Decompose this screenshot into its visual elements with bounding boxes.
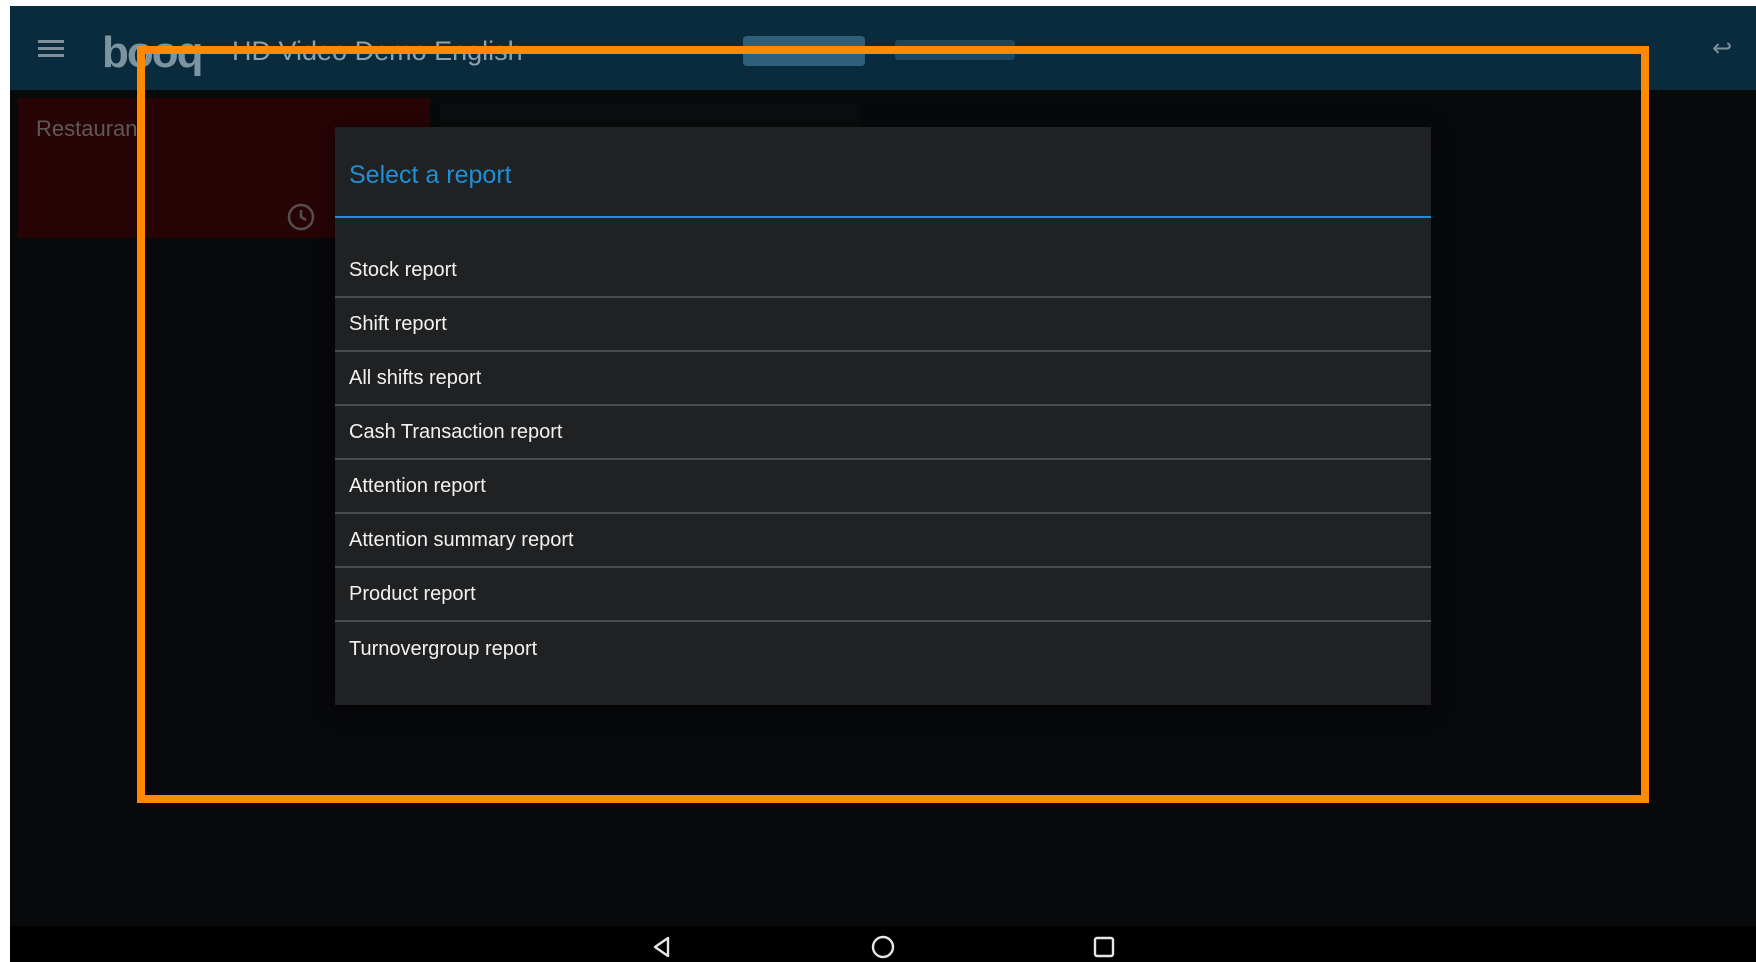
recents-square-icon[interactable] (1091, 934, 1117, 960)
back-triangle-icon[interactable] (649, 934, 675, 960)
home-circle-icon[interactable] (870, 934, 896, 960)
system-navigation-bar (10, 926, 1756, 962)
hamburger-menu-icon[interactable] (38, 40, 64, 58)
device-screen: booq HD Video Demo English ↩ Restaurant … (10, 6, 1756, 962)
highlight-box (137, 46, 1649, 803)
undo-arrow-icon[interactable]: ↩ (1712, 37, 1738, 61)
